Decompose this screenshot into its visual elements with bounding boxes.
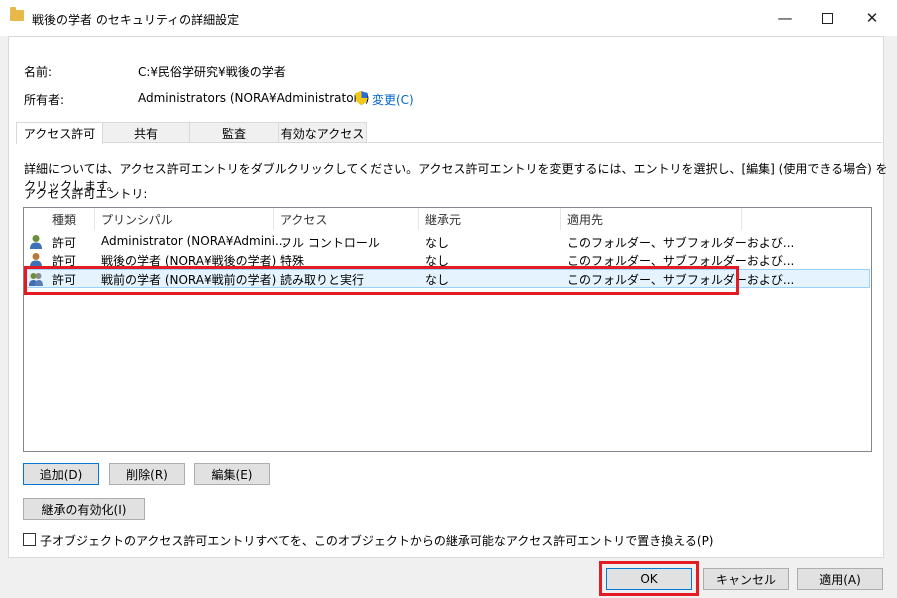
maximize-button[interactable] (805, 0, 849, 36)
maximize-icon (821, 12, 833, 24)
cell-applies-to: このフォルダー、サブフォルダーおよび... (567, 236, 795, 250)
column-header-type[interactable]: 種類 (52, 208, 76, 230)
uac-shield-icon (355, 91, 368, 105)
title-bar: 戦後の学者 のセキュリティの詳細設定 — ✕ (0, 0, 897, 36)
entries-label: アクセス許可エントリ: (24, 187, 148, 201)
close-button[interactable]: ✕ (850, 0, 894, 36)
column-header-inherited-from[interactable]: 継承元 (425, 208, 461, 230)
name-label: 名前: (24, 65, 53, 79)
tab-auditing[interactable]: 監査 (189, 122, 279, 143)
enable-inheritance-button[interactable]: 継承の有効化(I) (23, 498, 145, 520)
column-separator[interactable] (560, 208, 561, 230)
cell-principal: Administrator (NORA¥Admini... (101, 234, 287, 248)
apply-button[interactable]: 適用(A) (797, 568, 883, 590)
name-value: C:¥民俗学研究¥戦後の学者 (138, 65, 286, 79)
user-icon (30, 253, 42, 267)
column-separator[interactable] (94, 208, 95, 230)
tab-sharing[interactable]: 共有 (102, 122, 190, 143)
permission-entries-list[interactable]: 種類 プリンシパル アクセス 継承元 適用先 許可 Administrator … (23, 207, 872, 452)
column-separator[interactable] (418, 208, 419, 230)
tab-divider (16, 142, 882, 143)
table-row[interactable]: 許可 Administrator (NORA¥Admini... フル コントロ… (25, 232, 870, 251)
column-header-principal[interactable]: プリンシパル (101, 208, 173, 230)
edit-button[interactable]: 編集(E) (194, 463, 270, 485)
cell-inherited-from: なし (425, 236, 450, 250)
cancel-button[interactable]: キャンセル (703, 568, 789, 590)
owner-label: 所有者: (24, 93, 65, 107)
highlight-box-ok (599, 561, 699, 596)
instructions-text: 詳細については、アクセス許可エントリをダブルクリックしてください。アクセス許可エ… (24, 162, 888, 193)
cell-access: フル コントロール (280, 236, 380, 250)
column-header-access[interactable]: アクセス (280, 208, 327, 230)
user-icon (30, 235, 42, 249)
cell-type: 許可 (52, 236, 77, 250)
replace-child-permissions-label[interactable]: 子オブジェクトのアクセス許可エントリすべてを、このオブジェクトからの継承可能なア… (40, 532, 714, 549)
owner-value: Administrators (NORA¥Administrators) (138, 91, 370, 105)
add-button[interactable]: 追加(D) (23, 463, 99, 485)
window-title: 戦後の学者 のセキュリティの詳細設定 (32, 13, 240, 27)
highlight-box-selected-row (24, 266, 739, 295)
column-separator[interactable] (741, 208, 742, 230)
change-owner-link[interactable]: 変更(C) (372, 91, 414, 108)
column-separator[interactable] (273, 208, 274, 230)
delete-button[interactable]: 削除(R) (109, 463, 185, 485)
column-header-applies-to[interactable]: 適用先 (567, 208, 603, 230)
folder-icon (10, 7, 24, 21)
minimize-button[interactable]: — (763, 0, 807, 36)
replace-child-permissions-checkbox[interactable] (23, 533, 36, 546)
tab-permissions[interactable]: アクセス許可 (16, 122, 103, 144)
tab-effective-access[interactable]: 有効なアクセス (278, 122, 367, 143)
